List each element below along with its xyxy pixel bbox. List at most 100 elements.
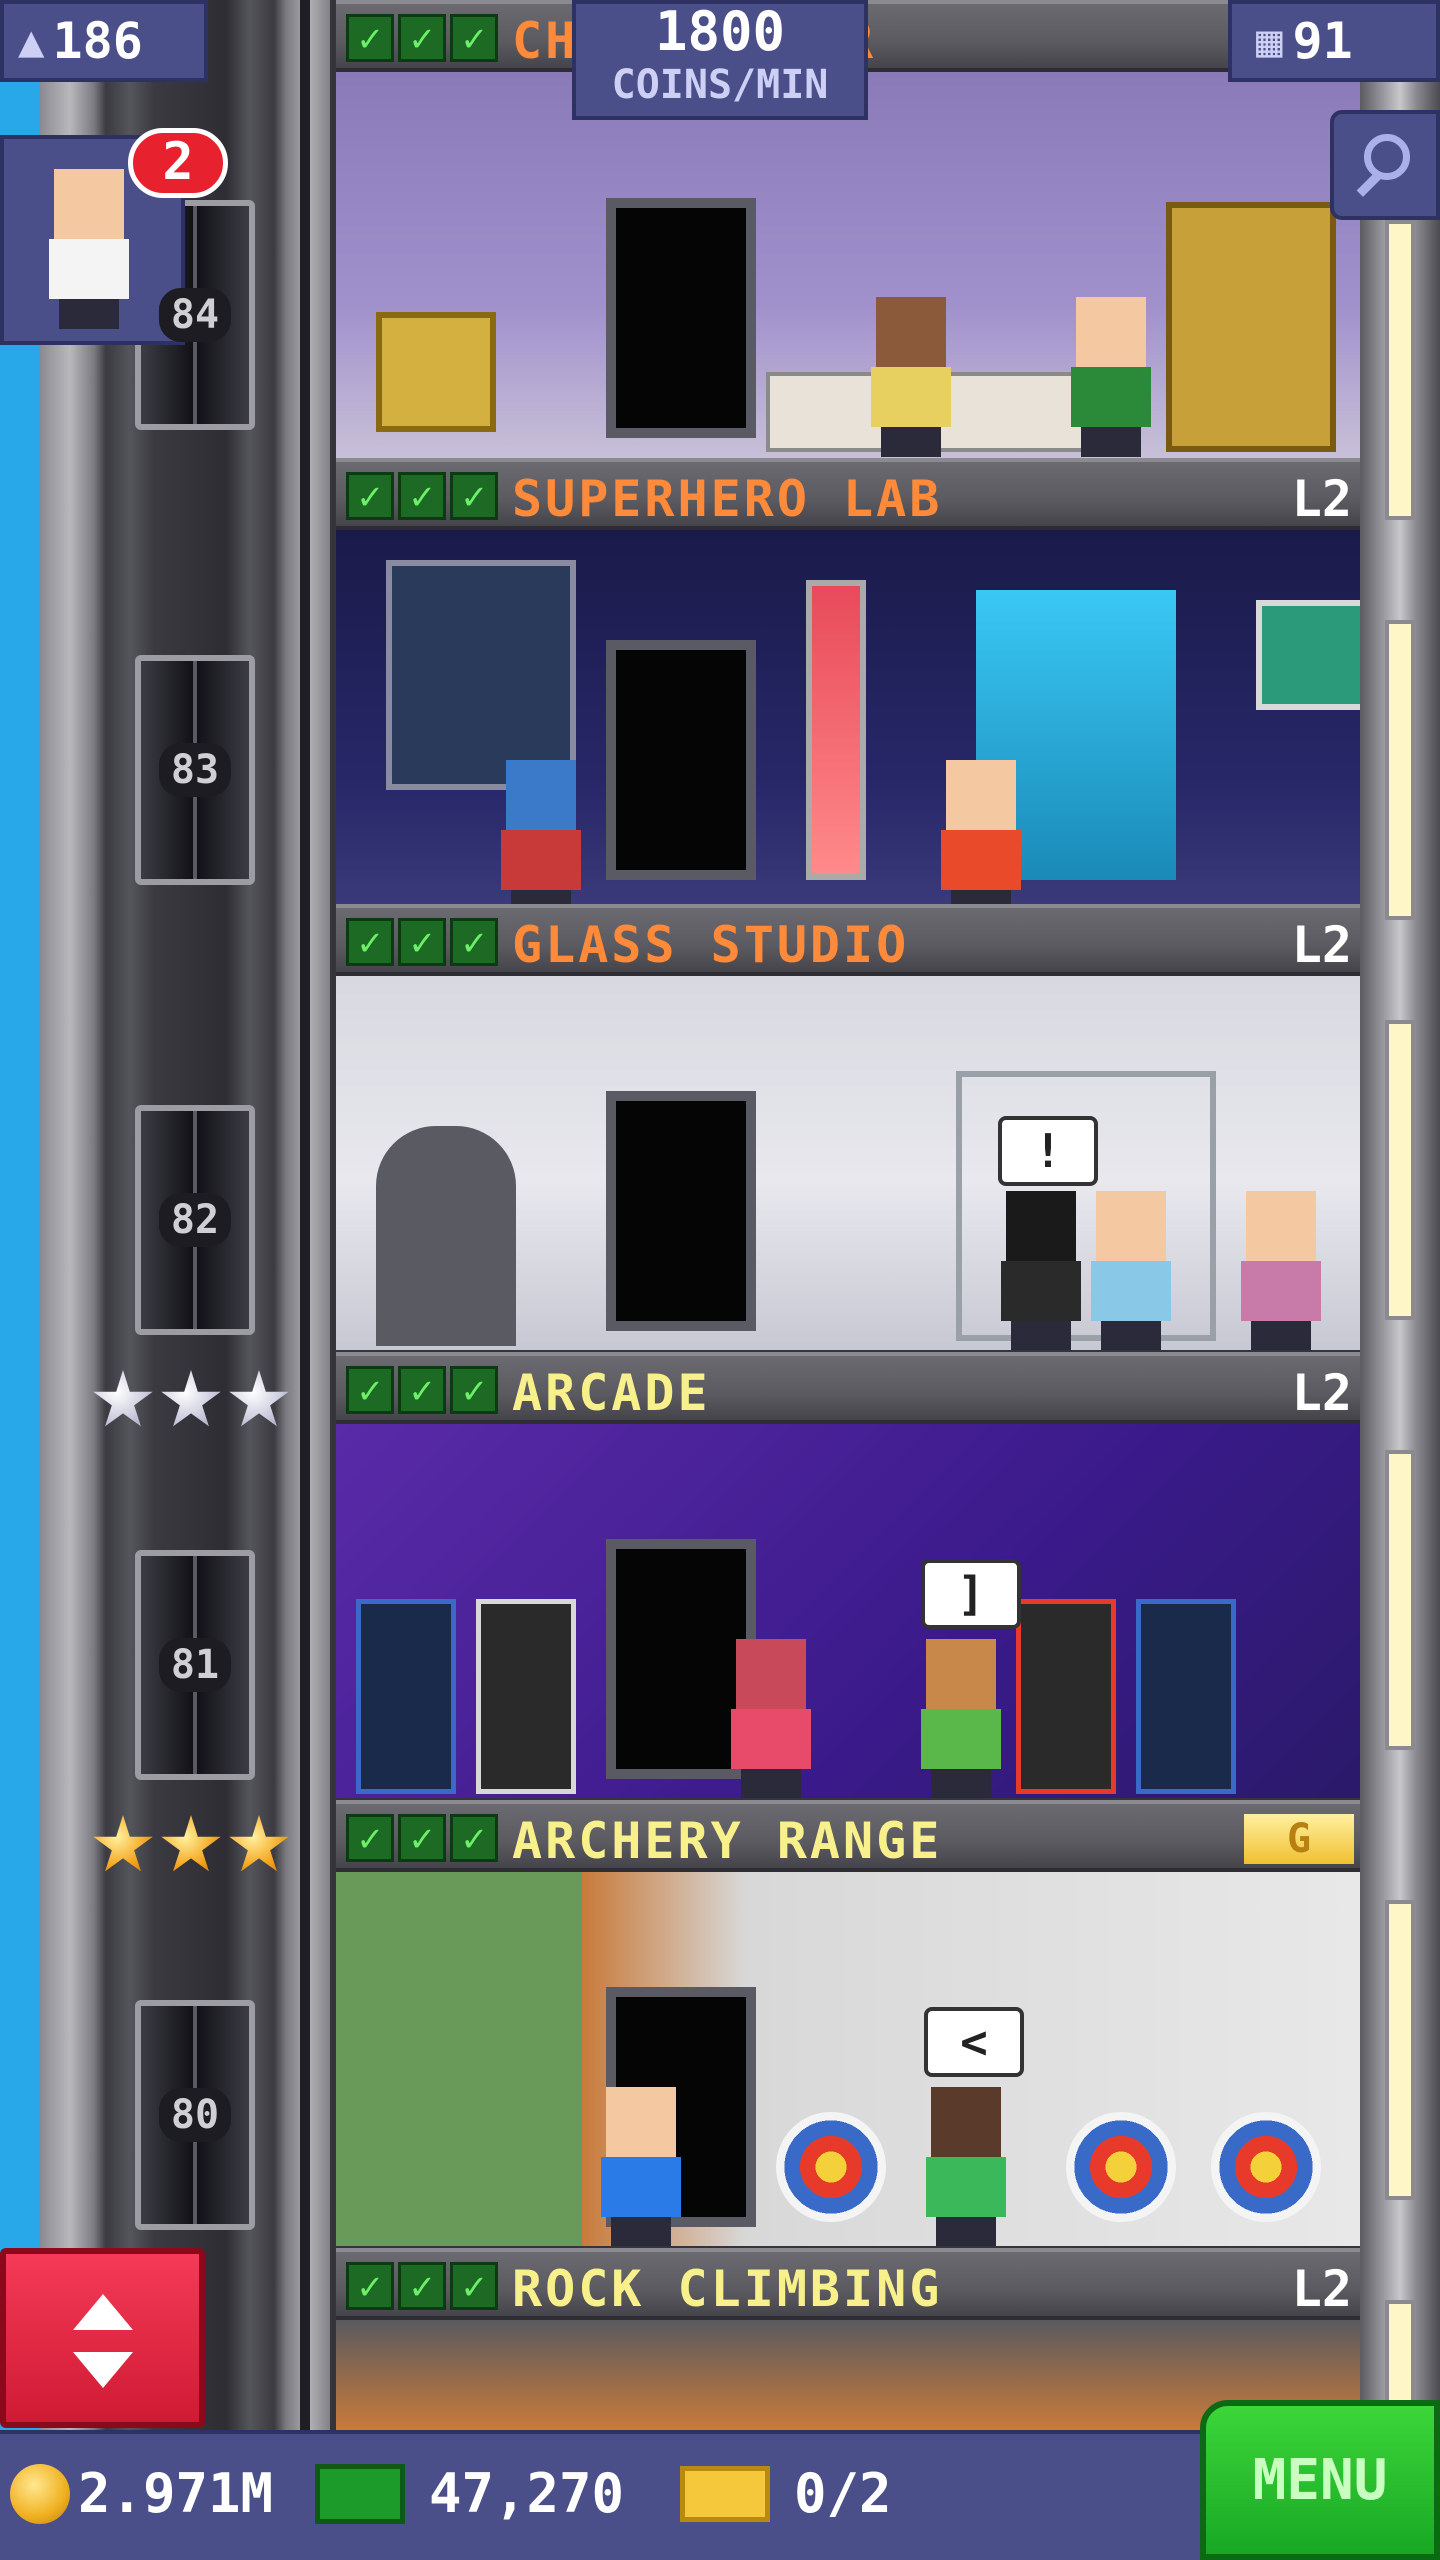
ticket-icon (680, 2465, 770, 2522)
coins-per-min-value: 1800 (654, 0, 786, 63)
speech-bubble[interactable]: ! (998, 1116, 1098, 1186)
floor-checks: ✓ ✓ ✓ (346, 2262, 498, 2310)
check-icon: ✓ (346, 1366, 394, 1414)
window-light (1385, 1900, 1415, 2200)
elevator-car[interactable]: 80 (135, 2000, 255, 2230)
archery-target (776, 2112, 886, 2222)
floor-name: ARCHERY RANGE (512, 1812, 943, 1870)
bitizen-character[interactable] (996, 1191, 1086, 1350)
floor-header-superhero-lab[interactable]: ✓ ✓ ✓ SUPERHERO LAB L2 (336, 458, 1360, 530)
floors-value: 91 (1292, 12, 1353, 70)
population-icon: ▲ (18, 15, 45, 67)
arrow-up-icon (72, 2294, 133, 2330)
check-icon: ✓ (450, 1366, 498, 1414)
coins-counter[interactable]: 2.971M (10, 2462, 273, 2525)
floors-counter[interactable]: ▦ 91 (1228, 0, 1440, 82)
building-icon: ▦ (1256, 15, 1283, 67)
floor-rating-silver (92, 1370, 290, 1432)
room-door (606, 198, 756, 438)
bitizen-character[interactable] (866, 297, 956, 457)
bitizen-character[interactable] (496, 760, 586, 904)
room-door (606, 640, 756, 880)
floor-checks: ✓ ✓ ✓ (346, 1366, 498, 1414)
floor-level: L2 (1291, 2260, 1352, 2318)
window-light (1385, 220, 1415, 520)
check-icon: ✓ (450, 472, 498, 520)
room-archery-range[interactable]: < (336, 1872, 1360, 2246)
check-icon: ✓ (450, 2262, 498, 2310)
check-icon: ✓ (450, 918, 498, 966)
room-superhero-lab[interactable] (336, 530, 1360, 904)
elevator-car[interactable]: 82 (135, 1105, 255, 1335)
coins-value: 2.971M (78, 2462, 274, 2525)
floor-header-rock-climbing[interactable]: ✓ ✓ ✓ ROCK CLIMBING L2 (336, 2248, 1360, 2320)
check-icon: ✓ (450, 1814, 498, 1862)
elevator-button[interactable] (0, 2248, 205, 2428)
floor-checks: ✓ ✓ ✓ (346, 472, 498, 520)
check-icon: ✓ (398, 918, 446, 966)
arcade-cabinet (476, 1599, 576, 1794)
window-light (1385, 1450, 1415, 1750)
archery-target (1066, 2112, 1176, 2222)
floor-header-arcade[interactable]: ✓ ✓ ✓ ARCADE L2 (336, 1352, 1360, 1424)
bitizen-character[interactable] (936, 760, 1026, 904)
floor-header-glass-studio[interactable]: ✓ ✓ ✓ GLASS STUDIO L2 (336, 904, 1360, 976)
world-map (1256, 600, 1360, 710)
bux-counter[interactable]: 47,270 (315, 2462, 624, 2525)
room-arcade[interactable]: ] (336, 1424, 1360, 1798)
notification-badge[interactable]: 2 (128, 128, 228, 198)
check-icon: ✓ (450, 14, 498, 62)
bitizen-character[interactable] (726, 1639, 816, 1798)
shaft-rail (300, 0, 310, 2430)
bux-value: 47,270 (429, 2462, 625, 2525)
bitizen-avatar (44, 169, 134, 329)
floor-name: GLASS STUDIO (512, 916, 910, 974)
floor-name: ARCADE (512, 1364, 711, 1422)
floor-number-label: 80 (158, 2088, 232, 2142)
search-button[interactable] (1330, 110, 1440, 220)
tickets-counter[interactable]: 0/2 (680, 2462, 892, 2525)
menu-button[interactable]: MENU (1200, 2400, 1440, 2560)
coins-per-min-unit: COINS/MIN (611, 62, 829, 108)
bitizen-character[interactable] (921, 2087, 1011, 2246)
gold-star-icon (93, 1815, 153, 1872)
room-chocolatier[interactable] (336, 72, 1360, 458)
floor-level: L2 (1291, 1364, 1352, 1422)
floor-level: L2 (1291, 470, 1352, 528)
floor-name: ROCK CLIMBING (512, 2260, 943, 2318)
elevator-car[interactable]: 81 (135, 1550, 255, 1780)
gold-star-icon (161, 1815, 221, 1872)
bitizen-character[interactable] (1086, 1191, 1176, 1350)
arrow-down-icon (72, 2352, 133, 2388)
speech-bubble[interactable]: ] (921, 1559, 1021, 1629)
check-icon: ✓ (398, 472, 446, 520)
gold-ticket-badge[interactable]: G (1244, 1814, 1354, 1864)
bitizen-character[interactable] (1236, 1191, 1326, 1350)
bitizen-character[interactable] (916, 1639, 1006, 1798)
gold-star-icon (229, 1815, 289, 1872)
bitizen-character[interactable] (1066, 297, 1156, 457)
floor-number-label: 84 (158, 288, 232, 342)
room-door (606, 1091, 756, 1331)
bux-icon (315, 2463, 405, 2524)
coin-icon (10, 2463, 70, 2524)
chocolate-pot (376, 312, 496, 432)
floor-rating-gold (92, 1815, 290, 1877)
population-counter[interactable]: ▲ 186 (0, 0, 208, 82)
floor-header-archery-range[interactable]: ✓ ✓ ✓ ARCHERY RANGE G (336, 1800, 1360, 1872)
bitizen-character[interactable] (596, 2087, 686, 2246)
speech-bubble[interactable]: < (924, 2007, 1024, 2077)
dna-tube (806, 580, 866, 880)
elevator-car[interactable]: 83 (135, 655, 255, 885)
check-icon: ✓ (398, 1366, 446, 1414)
coins-per-min-display: 1800 COINS/MIN (572, 0, 868, 120)
room-glass-studio[interactable]: ! (336, 976, 1360, 1350)
floor-name: SUPERHERO LAB (512, 470, 943, 528)
silver-star-icon (161, 1370, 221, 1427)
archery-target (1211, 2112, 1321, 2222)
check-icon: ✓ (398, 2262, 446, 2310)
check-icon: ✓ (346, 14, 394, 62)
arcade-cabinet (1016, 1599, 1116, 1794)
population-value: 186 (52, 12, 143, 70)
blueprint-poster (386, 560, 576, 790)
